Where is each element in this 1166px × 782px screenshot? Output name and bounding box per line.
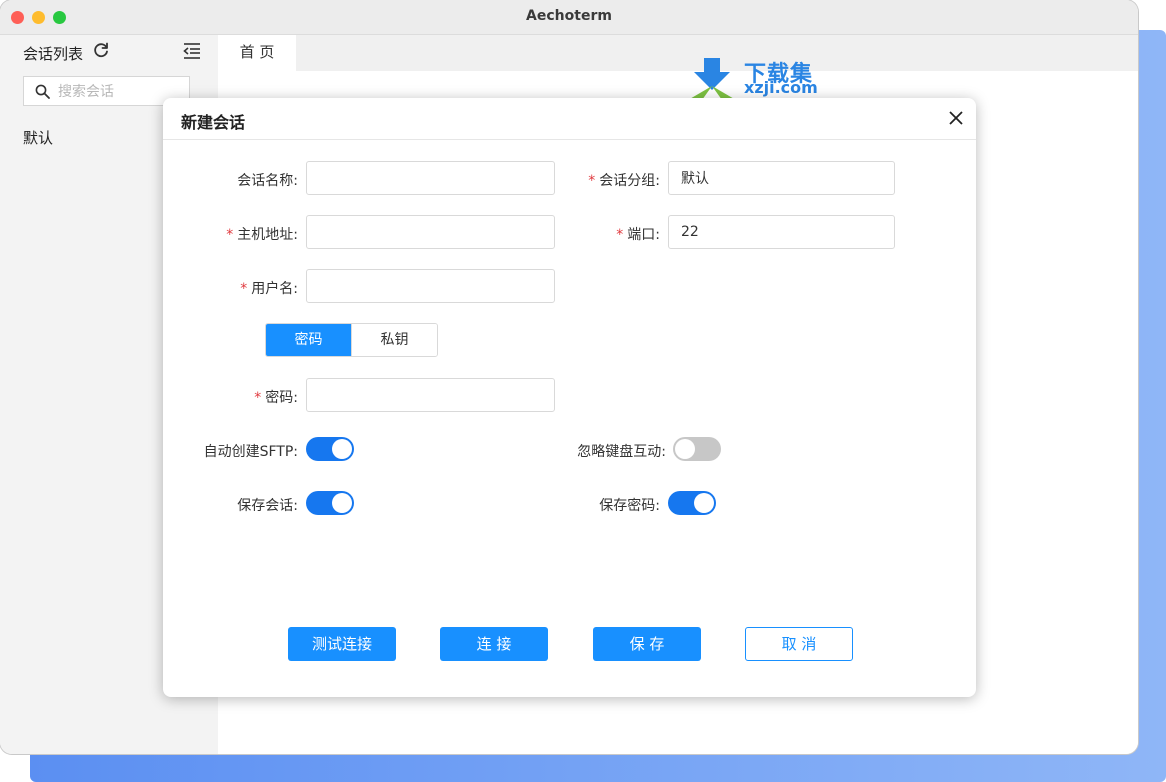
app-title: Aechoterm (526, 8, 612, 24)
save-password-switch[interactable] (668, 491, 716, 515)
watermark-text-domain: xzji.com (744, 78, 818, 97)
port-input[interactable] (668, 215, 895, 249)
refresh-icon[interactable] (92, 41, 110, 59)
username-input[interactable] (306, 269, 555, 303)
auto-sftp-switch[interactable] (306, 437, 354, 461)
title-bar: Aechoterm (0, 0, 1138, 35)
close-icon[interactable] (948, 110, 964, 126)
collapse-sidebar-icon[interactable] (183, 42, 201, 60)
password-label: * 密码: (254, 390, 298, 406)
session-name-label: 会话名称: (237, 173, 298, 189)
session-group-input[interactable] (668, 161, 895, 195)
auto-sftp-label: 自动创建SFTP: (203, 444, 298, 460)
switch-knob (332, 439, 352, 459)
cancel-button[interactable]: 取 消 (745, 627, 853, 661)
ignore-keyboard-switch[interactable] (673, 437, 721, 461)
switch-knob (332, 493, 352, 513)
session-name-input[interactable] (306, 161, 555, 195)
username-label: * 用户名: (240, 281, 298, 297)
dialog-divider (163, 139, 976, 140)
connect-button[interactable]: 连 接 (440, 627, 548, 661)
host-label: * 主机地址: (226, 227, 298, 243)
tab-bar: 首 页 (218, 35, 1138, 71)
session-list-title: 会话列表 (23, 45, 84, 63)
tab-password-auth[interactable]: 密码 (266, 324, 351, 356)
save-session-label: 保存会话: (237, 498, 298, 514)
search-icon (35, 84, 50, 99)
session-group-label: * 会话分组: (588, 173, 660, 189)
watermark-arrow-icon (688, 58, 736, 100)
test-connection-button[interactable]: 测试连接 (288, 627, 396, 661)
host-input[interactable] (306, 215, 555, 249)
dialog-title: 新建会话 (181, 113, 246, 132)
ignore-keyboard-label: 忽略键盘互动: (577, 444, 666, 460)
new-session-dialog: 新建会话 会话名称: *会话分组: *主机地址: *端口: *用户名: 密码 私… (163, 98, 976, 697)
save-session-switch[interactable] (306, 491, 354, 515)
save-button[interactable]: 保 存 (593, 627, 701, 661)
auth-type-selector: 密码 私钥 (265, 323, 438, 357)
tab-private-key-auth[interactable]: 私钥 (351, 324, 437, 356)
password-input[interactable] (306, 378, 555, 412)
watermark-logo: 下载集 xzji.com (684, 56, 834, 100)
app-window: Aechoterm 会话列表 默认 首 页 (0, 0, 1138, 754)
switch-knob (694, 493, 714, 513)
save-password-label: 保存密码: (599, 498, 660, 514)
port-label: * 端口: (616, 227, 660, 243)
switch-knob (675, 439, 695, 459)
tab-home[interactable]: 首 页 (218, 35, 296, 71)
session-group-item[interactable]: 默认 (23, 127, 53, 148)
